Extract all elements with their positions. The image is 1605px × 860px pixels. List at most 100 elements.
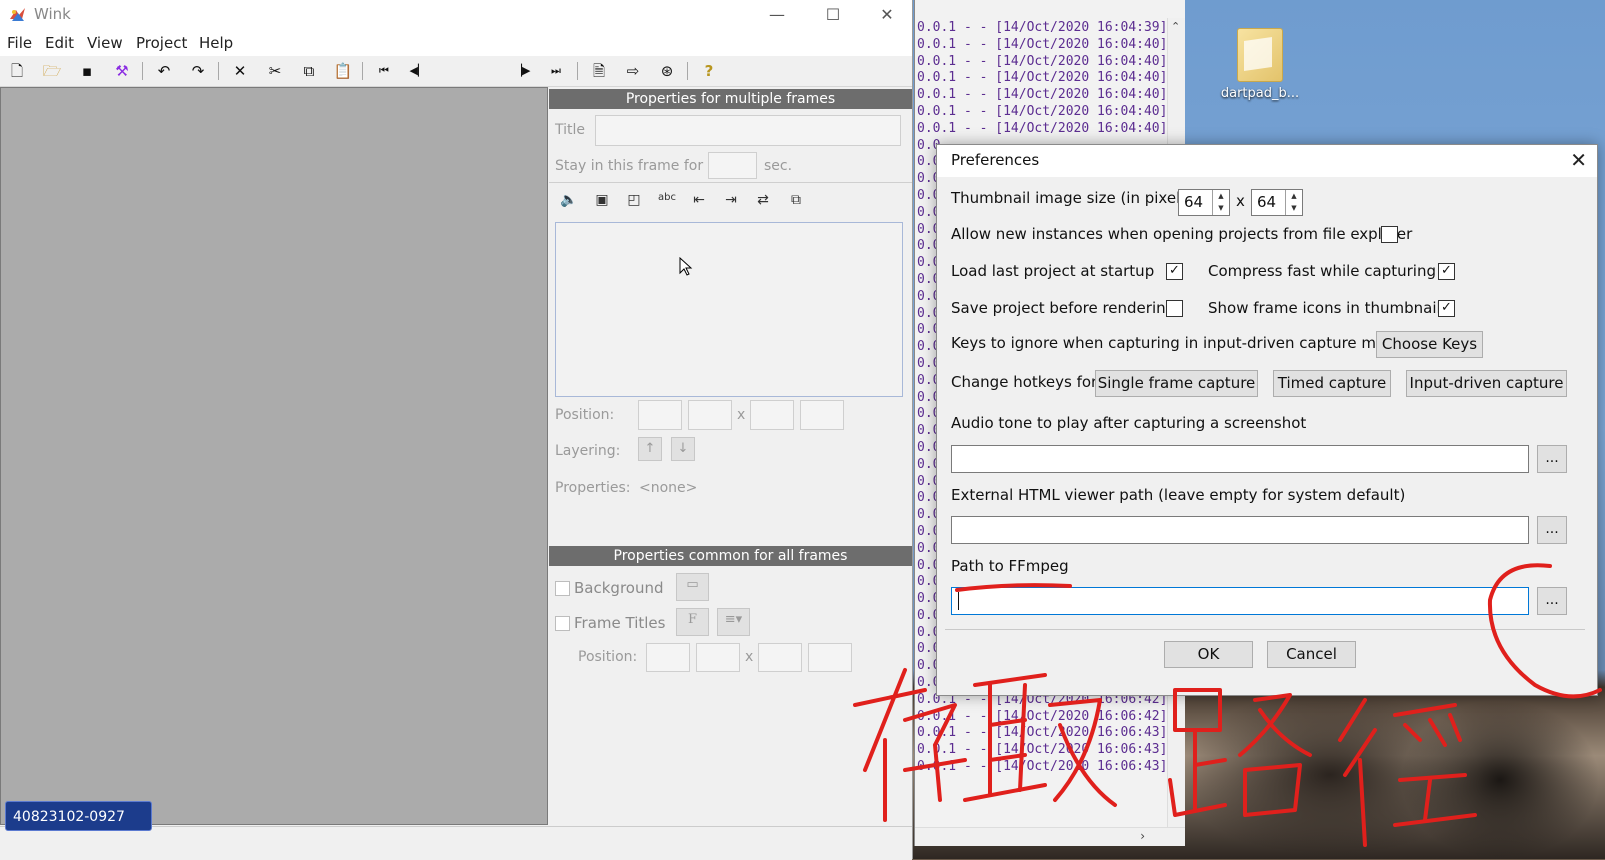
desktop-folder-item[interactable]: dartpad_b... <box>1215 28 1305 101</box>
menu-project[interactable]: Project <box>136 34 187 52</box>
width-input[interactable] <box>750 400 794 430</box>
common-width-input[interactable] <box>758 643 802 672</box>
new-file-icon[interactable]: 🗋 <box>6 61 28 81</box>
menu-view[interactable]: View <box>87 34 123 52</box>
menu-edit[interactable]: Edit <box>45 34 74 52</box>
minimize-button[interactable]: — <box>754 2 800 28</box>
ffmpeg-browse-button[interactable]: ... <box>1537 587 1567 615</box>
save-icon[interactable]: ▪ <box>76 61 98 81</box>
dialog-close-button[interactable]: ✕ <box>1570 148 1587 172</box>
layer-up-button[interactable]: ↑ <box>638 437 662 461</box>
common-position-x-input[interactable] <box>646 643 690 672</box>
add-back-button-icon[interactable]: ⇤ <box>687 192 711 212</box>
console-log-line: 0.0.1 - - [14/Oct/2020 16:04:40] "G <box>917 36 1185 52</box>
frame-titles-label: Frame Titles <box>574 614 666 632</box>
html-viewer-input[interactable] <box>951 516 1529 544</box>
spinner-arrows-icon[interactable]: ▲ ▼ <box>1285 190 1302 215</box>
toolbar-divider <box>577 62 578 80</box>
console-horizontal-scrollbar[interactable]: › <box>915 827 1185 846</box>
audio-tone-input[interactable] <box>951 445 1529 473</box>
input-driven-capture-button[interactable]: Input-driven capture <box>1406 370 1567 397</box>
choose-keys-button[interactable]: Choose Keys <box>1376 331 1483 358</box>
position-x-input[interactable] <box>638 400 682 430</box>
next-frame-icon[interactable]: ▕▶ <box>511 61 533 81</box>
load-last-project-label: Load last project at startup <box>951 262 1155 280</box>
previous-frame-icon[interactable]: ◀▏ <box>407 61 429 81</box>
undo-icon[interactable]: ↶ <box>153 61 175 81</box>
height-input[interactable] <box>800 400 844 430</box>
title-bar[interactable]: Wink — ☐ ✕ <box>0 0 912 30</box>
add-sound-icon[interactable]: 🔈 <box>557 192 581 212</box>
frame-properties-icon[interactable]: 🗎 <box>588 61 610 81</box>
html-viewer-browse-button[interactable]: ... <box>1537 516 1567 544</box>
background-image-button[interactable]: ▭ <box>676 573 709 601</box>
allow-instances-checkbox[interactable] <box>1381 226 1398 243</box>
add-link-icon[interactable]: ⇄ <box>751 192 775 212</box>
common-position-y-input[interactable] <box>696 643 740 672</box>
dialog-title: Preferences <box>951 151 1040 169</box>
first-frame-icon[interactable]: ⏮ <box>373 61 395 81</box>
toolbar-divider <box>362 62 363 80</box>
menu-file[interactable]: File <box>7 34 32 52</box>
stay-duration-input[interactable] <box>708 152 757 179</box>
save-before-render-checkbox[interactable] <box>1166 300 1183 317</box>
multi-frame-properties-header: Properties for multiple frames <box>549 89 912 109</box>
background-checkbox[interactable] <box>555 581 570 596</box>
add-group-icon[interactable]: ⧉ <box>784 192 808 212</box>
close-button[interactable]: ✕ <box>864 2 910 28</box>
stay-duration-unit: sec. <box>764 158 793 174</box>
position-y-input[interactable] <box>688 400 732 430</box>
frame-objects-list[interactable] <box>555 222 903 397</box>
cancel-button[interactable]: Cancel <box>1267 641 1356 668</box>
load-last-project-checkbox[interactable]: ✓ <box>1166 263 1183 280</box>
console-log-line: 0.0.1 - - [14/Oct/2020 16:06:43] "G <box>917 725 1185 741</box>
compress-fast-checkbox[interactable]: ✓ <box>1438 263 1455 280</box>
timed-capture-button[interactable]: Timed capture <box>1273 370 1391 397</box>
chevron-right-icon[interactable]: › <box>1140 829 1145 843</box>
spinner-arrows-icon[interactable]: ▲ ▼ <box>1212 190 1229 215</box>
frame-title-align-button[interactable]: ≡▾ <box>717 608 750 636</box>
frame-titles-checkbox[interactable] <box>555 616 570 631</box>
show-frame-icons-checkbox[interactable]: ✓ <box>1438 300 1455 317</box>
delete-icon[interactable]: ✕ <box>229 61 251 81</box>
add-image-icon[interactable]: ▣ <box>590 192 614 212</box>
last-frame-icon[interactable]: ⏭ <box>545 61 567 81</box>
single-frame-capture-button[interactable]: Single frame capture <box>1095 370 1258 397</box>
common-height-input[interactable] <box>808 643 852 672</box>
frame-title-font-button[interactable]: F <box>676 608 709 636</box>
chevron-up-icon[interactable]: ⌃ <box>1171 20 1180 33</box>
help-icon[interactable]: ? <box>698 61 720 81</box>
ok-button[interactable]: OK <box>1164 641 1253 668</box>
redo-icon[interactable]: ↷ <box>187 61 209 81</box>
preview-icon[interactable]: ⊛ <box>656 61 678 81</box>
open-folder-icon[interactable]: 🗁 <box>41 61 63 81</box>
add-shape-icon[interactable]: ◰ <box>622 192 646 212</box>
layer-down-button[interactable]: ↓ <box>671 437 695 461</box>
title-input[interactable] <box>595 115 901 146</box>
add-next-button-icon[interactable]: ⇥ <box>719 192 743 212</box>
menu-bar: File Edit View Project Help <box>0 30 912 56</box>
render-icon[interactable]: ⚒ <box>111 61 133 81</box>
thumbnail-height-spinner[interactable]: 64 ▲ ▼ <box>1251 189 1303 216</box>
console-log-line: 0.0.1 - - [14/Oct/2020 16:04:40] "G <box>917 87 1185 103</box>
thumbnail-size-label: Thumbnail image size (in pixels) <box>951 189 1194 207</box>
properties-value: <none> <box>639 480 698 496</box>
copy-icon[interactable]: ⧉ <box>298 61 320 81</box>
desktop-photo-shadow <box>1400 700 1600 860</box>
wink-window: Wink — ☐ ✕ File Edit View Project Help 🗋… <box>0 0 913 860</box>
save-before-render-label: Save project before rendering <box>951 299 1176 317</box>
toolbar-divider <box>687 62 688 80</box>
thumbnail-width-spinner[interactable]: 64 ▲ ▼ <box>1178 189 1230 216</box>
ffmpeg-path-input[interactable] <box>951 587 1529 615</box>
dialog-title-bar[interactable]: Preferences ✕ <box>937 145 1597 177</box>
audio-tone-browse-button[interactable]: ... <box>1537 445 1567 473</box>
menu-help[interactable]: Help <box>199 34 233 52</box>
add-text-box-icon[interactable]: abc <box>655 192 679 212</box>
show-frame-icons-label: Show frame icons in thumbnails <box>1208 299 1449 317</box>
maximize-button[interactable]: ☐ <box>810 2 856 28</box>
frame-preview-area[interactable] <box>0 87 548 825</box>
cut-icon[interactable]: ✂ <box>264 61 286 81</box>
dialog-divider <box>945 629 1585 630</box>
goto-arrow-icon[interactable]: ⇨ <box>622 61 644 81</box>
paste-icon[interactable]: 📋 <box>332 61 354 81</box>
